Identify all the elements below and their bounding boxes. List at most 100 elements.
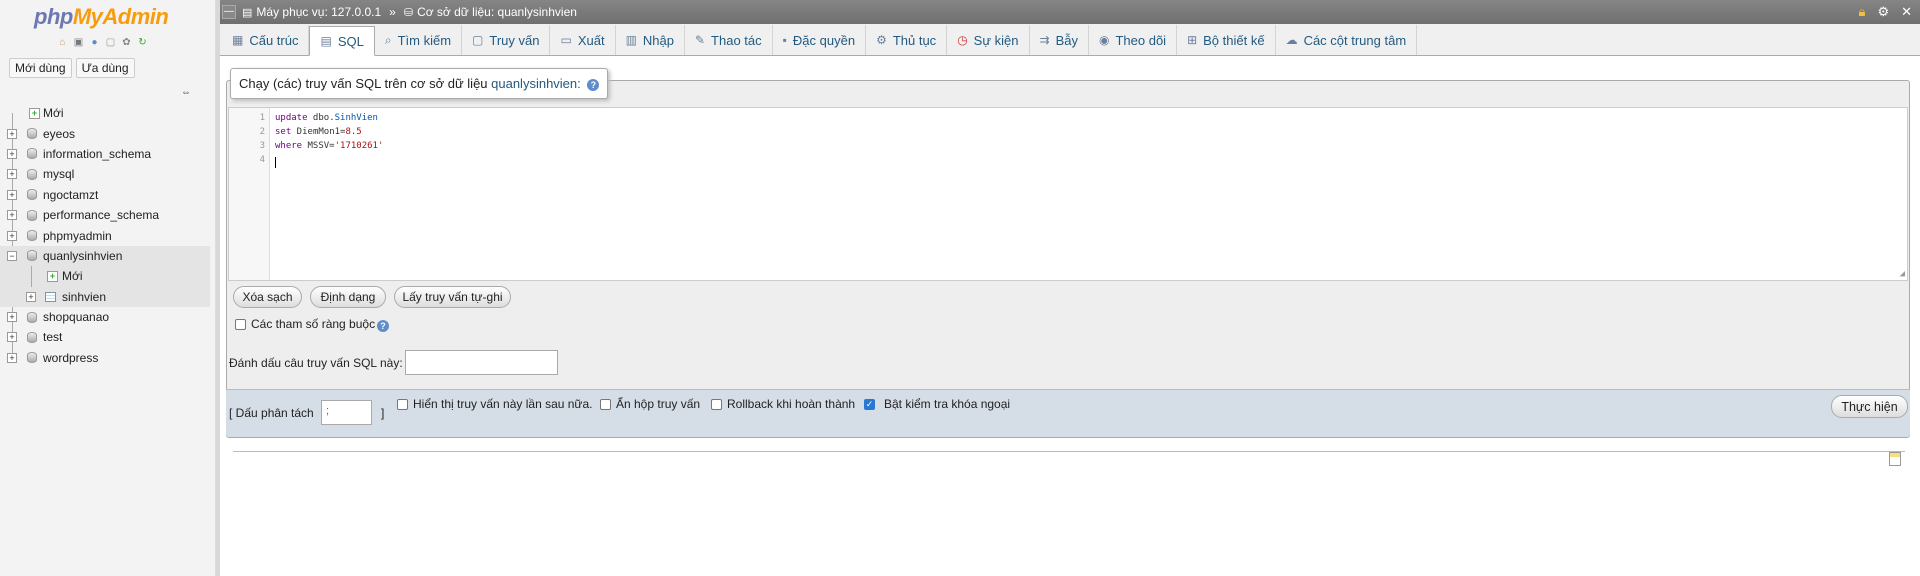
tree-item-label[interactable]: phpmyadmin [43, 229, 112, 243]
import-icon: ▥ [625, 33, 637, 47]
delimiter-label: [ Dấu phân tách [229, 406, 314, 420]
tab-central-columns[interactable]: ☁ Các cột trung tâm [1276, 25, 1418, 55]
gear-icon[interactable]: ⚙ [1877, 4, 1889, 20]
expand-icon[interactable]: + [7, 352, 17, 363]
tree-item-label[interactable]: test [43, 330, 62, 344]
reload-icon[interactable]: ↻ [136, 36, 149, 49]
menu-toggle-icon[interactable]: — [222, 5, 236, 19]
tree-item-label[interactable]: quanlysinhvien [43, 249, 122, 263]
tree-item-child-new[interactable]: + Mới [0, 266, 210, 297]
legend-text: Chạy (các) truy vấn SQL trên cơ sở dữ li… [239, 76, 492, 91]
tree-item-eyeos[interactable]: + eyeos [0, 123, 210, 143]
tab-query[interactable]: ▢ Truy vấn [462, 25, 551, 55]
tab-privileges[interactable]: ▪ Đặc quyền [773, 25, 867, 55]
recent-tab[interactable]: Mới dùng [9, 58, 72, 78]
tree-item-test[interactable]: + test [0, 327, 210, 347]
expand-icon[interactable]: + [7, 148, 17, 159]
legend-db-link[interactable]: quanlysinhvien: [491, 76, 581, 91]
server-breadcrumb-bar: — ▤ Máy phục vụ: 127.0.0.1 » ⛁ Cơ sở dữ … [220, 0, 1920, 24]
bookmark-input[interactable] [405, 350, 558, 375]
database-icon [27, 331, 37, 343]
tree-item-label[interactable]: performance_schema [43, 208, 159, 222]
tab-label: Đặc quyền [792, 32, 856, 48]
hide-query-box-label: Ẩn hộp truy vấn [616, 397, 701, 411]
tree-item-shopquanao[interactable]: + shopquanao [0, 307, 210, 327]
tab-tracking[interactable]: ◉ Theo dõi [1089, 25, 1178, 55]
tree-item-label[interactable]: ngoctamzt [43, 188, 98, 202]
favorites-tab[interactable]: Ưa dùng [75, 58, 135, 78]
lock-icon[interactable]: 🔒︎ [1859, 4, 1866, 20]
collapse-icon[interactable]: − [7, 250, 17, 261]
breadcrumb-server[interactable]: Máy phục vụ: 127.0.0.1 [256, 5, 381, 19]
database-icon [27, 250, 37, 262]
tab-import[interactable]: ▥ Nhập [616, 25, 685, 55]
collapse-all-icon[interactable]: ⇔ [181, 87, 191, 98]
expand-icon[interactable]: + [7, 128, 17, 139]
tree-item-label[interactable]: eyeos [43, 127, 75, 141]
tab-designer[interactable]: ⊞ Bộ thiết kế [1177, 25, 1276, 55]
tree-item-label[interactable]: information_schema [43, 147, 151, 161]
tree-item-label[interactable]: wordpress [43, 351, 98, 365]
sql-editor[interactable]: 1 2 3 4 update dbo.SinhVien set DiemMon1… [228, 107, 1908, 281]
expand-icon[interactable]: + [7, 169, 17, 180]
line-number: 1 [259, 113, 265, 123]
tree-item-phpmyadmin[interactable]: + phpmyadmin [0, 225, 210, 245]
docs-icon[interactable]: ▢ [104, 36, 117, 49]
close-icon[interactable]: ✕ [1901, 4, 1912, 20]
nav-resize-handle[interactable] [216, 0, 220, 576]
rollback-checkbox[interactable] [711, 399, 722, 410]
logout-icon[interactable]: ▣ [72, 36, 85, 49]
tree-item-label[interactable]: shopquanao [43, 310, 109, 324]
tree-item-label[interactable]: Mới [62, 269, 83, 283]
tree-item-label[interactable]: Mới [43, 106, 64, 120]
expand-icon[interactable]: + [7, 210, 17, 221]
tab-label: Tìm kiếm [397, 32, 452, 48]
help-icon[interactable]: ● [88, 36, 101, 49]
tab-operations[interactable]: ✎ Thao tác [685, 25, 773, 55]
show-query-again-checkbox[interactable] [397, 399, 408, 410]
database-icon: ⛁ [403, 6, 414, 19]
expand-icon[interactable]: + [7, 189, 17, 200]
expand-icon[interactable]: + [7, 332, 17, 343]
clear-button[interactable]: Xóa sạch [233, 286, 302, 308]
tab-events[interactable]: ◷ Sự kiện [947, 25, 1030, 55]
tree-item-ngoctamzt[interactable]: + ngoctamzt [0, 185, 210, 205]
phpmyadmin-logo[interactable]: phpMyAdmin [34, 4, 169, 30]
navigation-panel: phpMyAdmin ⌂ ▣ ● ▢ ✿ ↻ Mới dùng Ưa dùng … [0, 0, 216, 576]
get-autosaved-query-button[interactable]: Lấy truy vấn tự-ghi [394, 286, 511, 308]
expand-icon[interactable]: + [7, 312, 17, 323]
tree-item-quanlysinhvien[interactable]: − quanlysinhvien [0, 245, 210, 267]
execute-button[interactable]: Thực hiện [1831, 395, 1908, 418]
help-icon[interactable]: ? [587, 78, 600, 91]
delimiter-input[interactable]: ; [321, 400, 372, 425]
breadcrumb-database[interactable]: Cơ sở dữ liệu: quanlysinhvien [417, 5, 577, 19]
hide-query-box-checkbox[interactable] [600, 399, 611, 410]
tab-triggers[interactable]: ⇉ Bẫy [1030, 25, 1089, 55]
settings-icon[interactable]: ✿ [120, 36, 133, 49]
tab-export[interactable]: ▭ Xuất [550, 25, 616, 55]
help-icon[interactable]: ? [377, 320, 389, 332]
tree-item-label[interactable]: mysql [43, 167, 74, 181]
foreign-key-checks-checkbox[interactable]: ✓ [864, 399, 875, 410]
expand-icon[interactable]: + [7, 230, 17, 241]
expand-icon[interactable]: + [26, 291, 36, 302]
tab-routines[interactable]: ⚙ Thủ tục [866, 25, 948, 55]
tree-item-label[interactable]: sinhvien [62, 290, 106, 304]
line-number: 3 [259, 141, 265, 151]
console-icon[interactable] [1889, 452, 1901, 466]
home-icon[interactable]: ⌂ [56, 36, 69, 49]
tree-item-information-schema[interactable]: + information_schema [0, 144, 210, 164]
database-icon [27, 189, 37, 201]
resize-grip-icon[interactable]: ◢ [1900, 269, 1905, 279]
format-button[interactable]: Định dạng [310, 286, 386, 308]
tree-item-sinhvien[interactable]: + sinhvien [0, 286, 210, 307]
tab-search[interactable]: ⌕ Tìm kiếm [375, 25, 463, 55]
tree-item-mysql[interactable]: + mysql [0, 164, 210, 184]
tab-sql[interactable]: ▤ SQL [309, 26, 375, 56]
bind-parameters-checkbox[interactable] [235, 319, 246, 330]
tree-item-new[interactable]: + Mới [0, 103, 210, 123]
tree-item-performance-schema[interactable]: + performance_schema [0, 205, 210, 225]
tab-structure[interactable]: ▦ Cấu trúc [222, 25, 310, 55]
text-caret [275, 157, 276, 168]
tree-item-wordpress[interactable]: + wordpress [0, 348, 210, 368]
